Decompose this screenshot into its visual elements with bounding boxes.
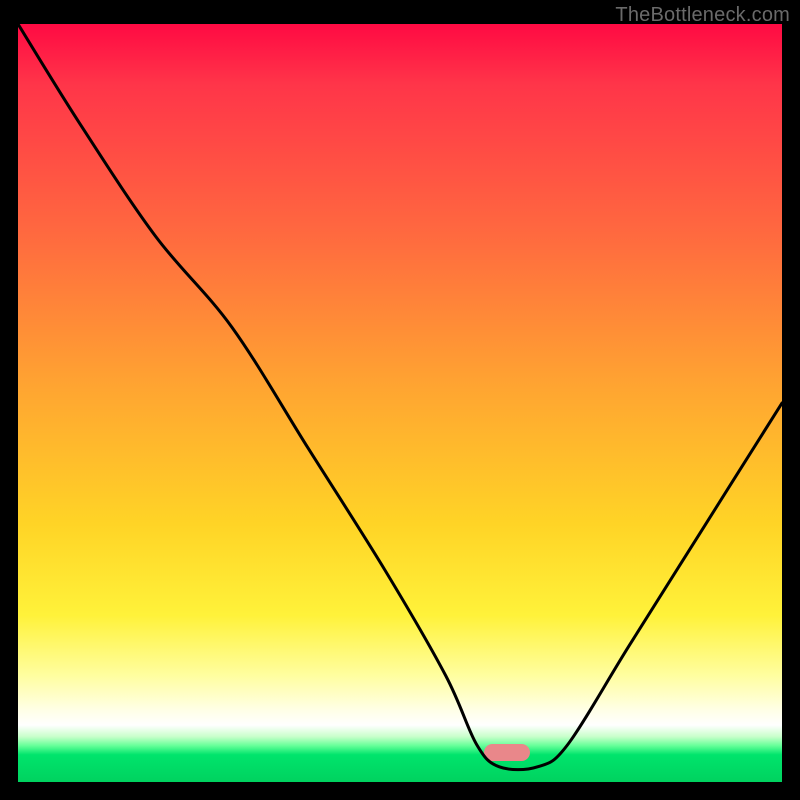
chart-frame: TheBottleneck.com — [0, 0, 800, 800]
bottleneck-curve — [18, 24, 782, 782]
plot-area — [18, 24, 782, 782]
